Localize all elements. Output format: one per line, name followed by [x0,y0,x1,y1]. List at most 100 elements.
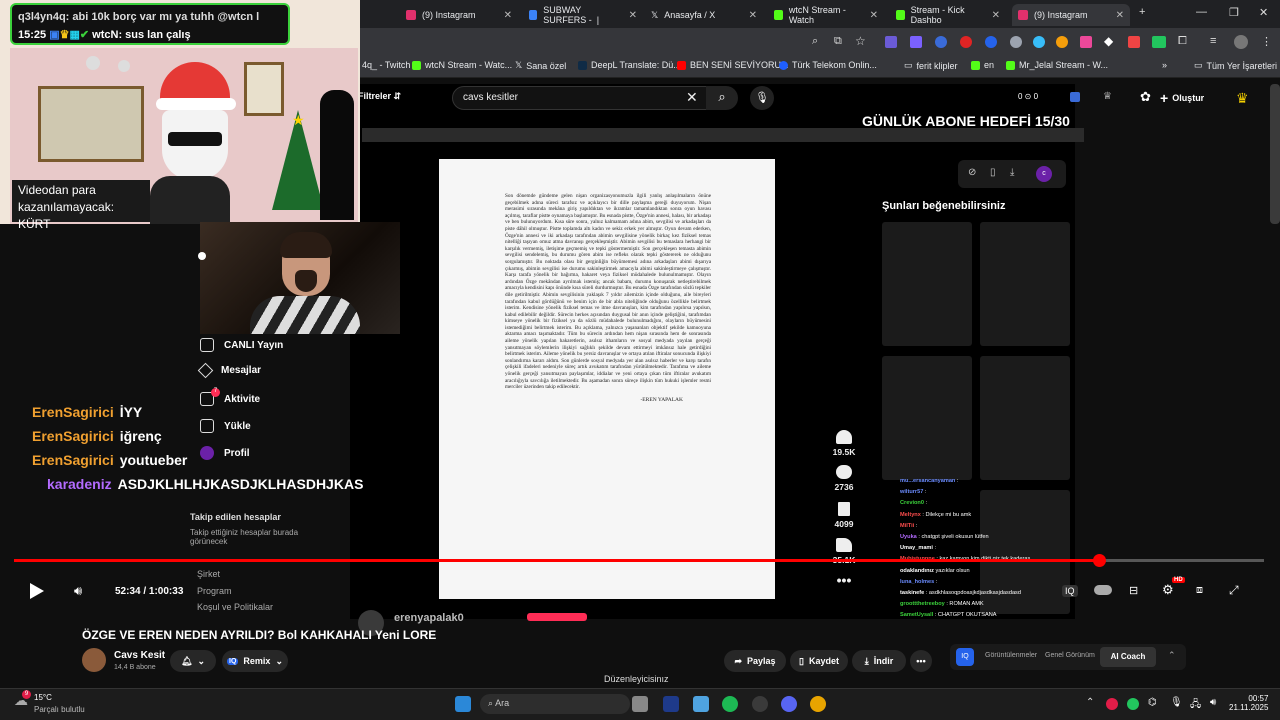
filters-button[interactable]: Filtreler ⇵ [358,91,401,102]
extension-icon[interactable] [935,36,947,48]
bookmark-item[interactable]: Türk Telekom Onlin... [779,60,877,70]
extension-icon[interactable] [1152,36,1166,48]
sidebar-item-messages[interactable]: Mesajlar [197,362,261,379]
all-bookmarks[interactable]: ▭ Tüm Yer İşaretleri [1194,60,1277,71]
settings-gear-icon[interactable]: ⚙ [1162,582,1174,598]
bookmark-folder[interactable]: ▭ ferit klipler [904,60,958,71]
bookmark-item[interactable]: 𝕏 Sana özel [515,60,566,71]
settings-icon[interactable]: ✿ [1140,89,1151,105]
suggestion-tile[interactable] [882,356,972,480]
voice-search-button[interactable]: 🎙 [750,86,774,110]
profile-avatar[interactable] [1234,35,1248,49]
progress-scrubber[interactable] [1093,554,1106,567]
bookmark-star-icon[interactable]: ☆ [855,34,866,48]
extension-icon[interactable] [1010,36,1022,48]
chevron-up-icon[interactable]: ⌃ [1168,650,1176,661]
more-icon[interactable]: ••• [830,572,858,588]
discord-icon[interactable] [781,696,797,712]
tab-instagram[interactable]: (9) Instagram ✕ [400,4,518,26]
microphone-icon[interactable]: 🎙 [1170,697,1183,708]
bookmarks-overflow-icon[interactable]: » [1162,60,1167,70]
menu-icon[interactable]: ⋮ [1261,35,1272,48]
extension-icon[interactable] [1128,36,1140,48]
tab-subway-surfers[interactable]: SUBWAY SURFERS - | ✕ [523,4,643,26]
sidebar-item-activity[interactable]: Aktivite [200,392,260,406]
obs-icon[interactable] [752,696,768,712]
close-icon[interactable]: ✕ [749,10,757,21]
views-tab[interactable]: Görüntülenmeler [985,652,1037,659]
follow-button[interactable] [527,613,587,621]
bookmark-item[interactable]: BEN SENİ SEVİYORU... [677,60,789,70]
autoplay-toggle[interactable] [1094,585,1112,595]
close-icon[interactable]: ✕ [504,10,512,21]
channel-avatar[interactable] [82,648,106,672]
search-input[interactable]: cavs kesitler [452,86,710,110]
suggestion-tile[interactable] [882,222,972,346]
spotify-icon[interactable] [722,696,738,712]
taskbar-search[interactable]: ⌕ Ara [480,694,630,714]
tray-icon[interactable] [1106,698,1118,710]
footer-link[interactable]: Program [197,586,232,596]
save-action-button[interactable]: ▯ Kaydet [790,650,848,672]
new-tab-button[interactable]: + [1139,6,1145,18]
bookmark-item[interactable]: 4q_ - Twitch [362,60,410,70]
screenshot-icon[interactable]: ⧉ [834,35,842,48]
minimize-icon[interactable]: — [1196,6,1207,18]
bookmark-item[interactable]: wtcN Stream - Watc... [412,60,512,70]
extension-icon[interactable] [1056,36,1068,48]
save-button[interactable]: 4099 [830,502,858,529]
extension-icon[interactable] [885,36,897,48]
windows-start-icon[interactable] [455,696,471,712]
premiere-icon[interactable] [663,696,679,712]
bookmark-item[interactable]: DeepL Translate: Dü... [578,60,681,70]
extension-icon[interactable]: IQ [1062,585,1078,597]
share-action-button[interactable]: ➦ Paylaş [724,650,786,672]
clear-search-icon[interactable]: ✕ [686,89,698,106]
sidebar-item-upload[interactable]: Yükle [200,419,251,433]
close-icon[interactable]: ✕ [870,10,878,21]
more-actions-button[interactable]: ••• [910,650,932,672]
suggestion-tile[interactable] [980,356,1070,480]
fullscreen-icon[interactable]: ⤢ [1229,583,1239,598]
zoom-icon[interactable]: ⌕ [812,35,818,48]
comment-button[interactable]: 2736 [830,465,858,492]
search-button[interactable]: ⌕ [706,86,738,110]
chrome-icon[interactable] [810,696,826,712]
like-button[interactable]: 19.5K [830,430,858,457]
maximize-icon[interactable]: ❐ [1229,6,1239,19]
sidebar-item-live[interactable]: CANLI Yayın [200,338,283,352]
channel-name[interactable]: Cavs Kesit [114,650,165,661]
tab-x[interactable]: 𝕏 Anasayfa / X ✕ [645,4,763,26]
footer-link[interactable]: Koşul ve Politikalar [197,602,273,612]
phone-icon[interactable]: ▯ [990,167,996,178]
clock[interactable]: 00:57 21.11.2025 [1229,694,1268,712]
overview-tab[interactable]: Genel Görünüm [1045,652,1095,659]
extension-icon[interactable] [985,36,997,48]
remix-button[interactable]: IQ Remix ⌄ [222,650,288,672]
tab-kick-dashboard[interactable]: Stream - Kick Dashbo ✕ [890,4,1006,26]
play-icon[interactable] [30,583,44,599]
ai-coach-button[interactable]: AI Coach [1100,647,1156,667]
create-button[interactable]: + Oluştur [1160,88,1222,108]
miniplayer-icon[interactable]: ⧈ [1196,584,1203,597]
chevron-up-icon[interactable]: ⌃ [1086,697,1094,708]
tray-icon[interactable] [1127,698,1139,710]
close-window-icon[interactable]: ✕ [1259,6,1268,19]
extension-icon[interactable] [1033,36,1045,48]
close-icon[interactable]: ✕ [1116,10,1124,21]
scrollbar[interactable] [1270,84,1280,224]
reading-list-icon[interactable]: ≡ [1210,35,1216,47]
extension-icon[interactable] [910,36,922,48]
suggestion-tile[interactable] [980,222,1070,346]
extension-icon[interactable] [1080,36,1092,48]
subscribe-bell-button[interactable]: 🔔︎ ⌄ [170,650,216,672]
tab-instagram-active[interactable]: (9) Instagram ✕ [1012,4,1130,26]
network-icon[interactable]: 🖧 [1190,697,1201,714]
bookmark-item[interactable]: en [971,60,994,70]
avatar[interactable]: c [1036,166,1052,182]
extension-icon[interactable]: ◆ [1104,34,1113,48]
volume-icon[interactable]: 🔊︎ [74,583,82,599]
task-view-icon[interactable] [632,696,648,712]
download-icon[interactable]: ⤓ [1010,167,1014,178]
footer-link[interactable]: Şirket [197,569,220,579]
